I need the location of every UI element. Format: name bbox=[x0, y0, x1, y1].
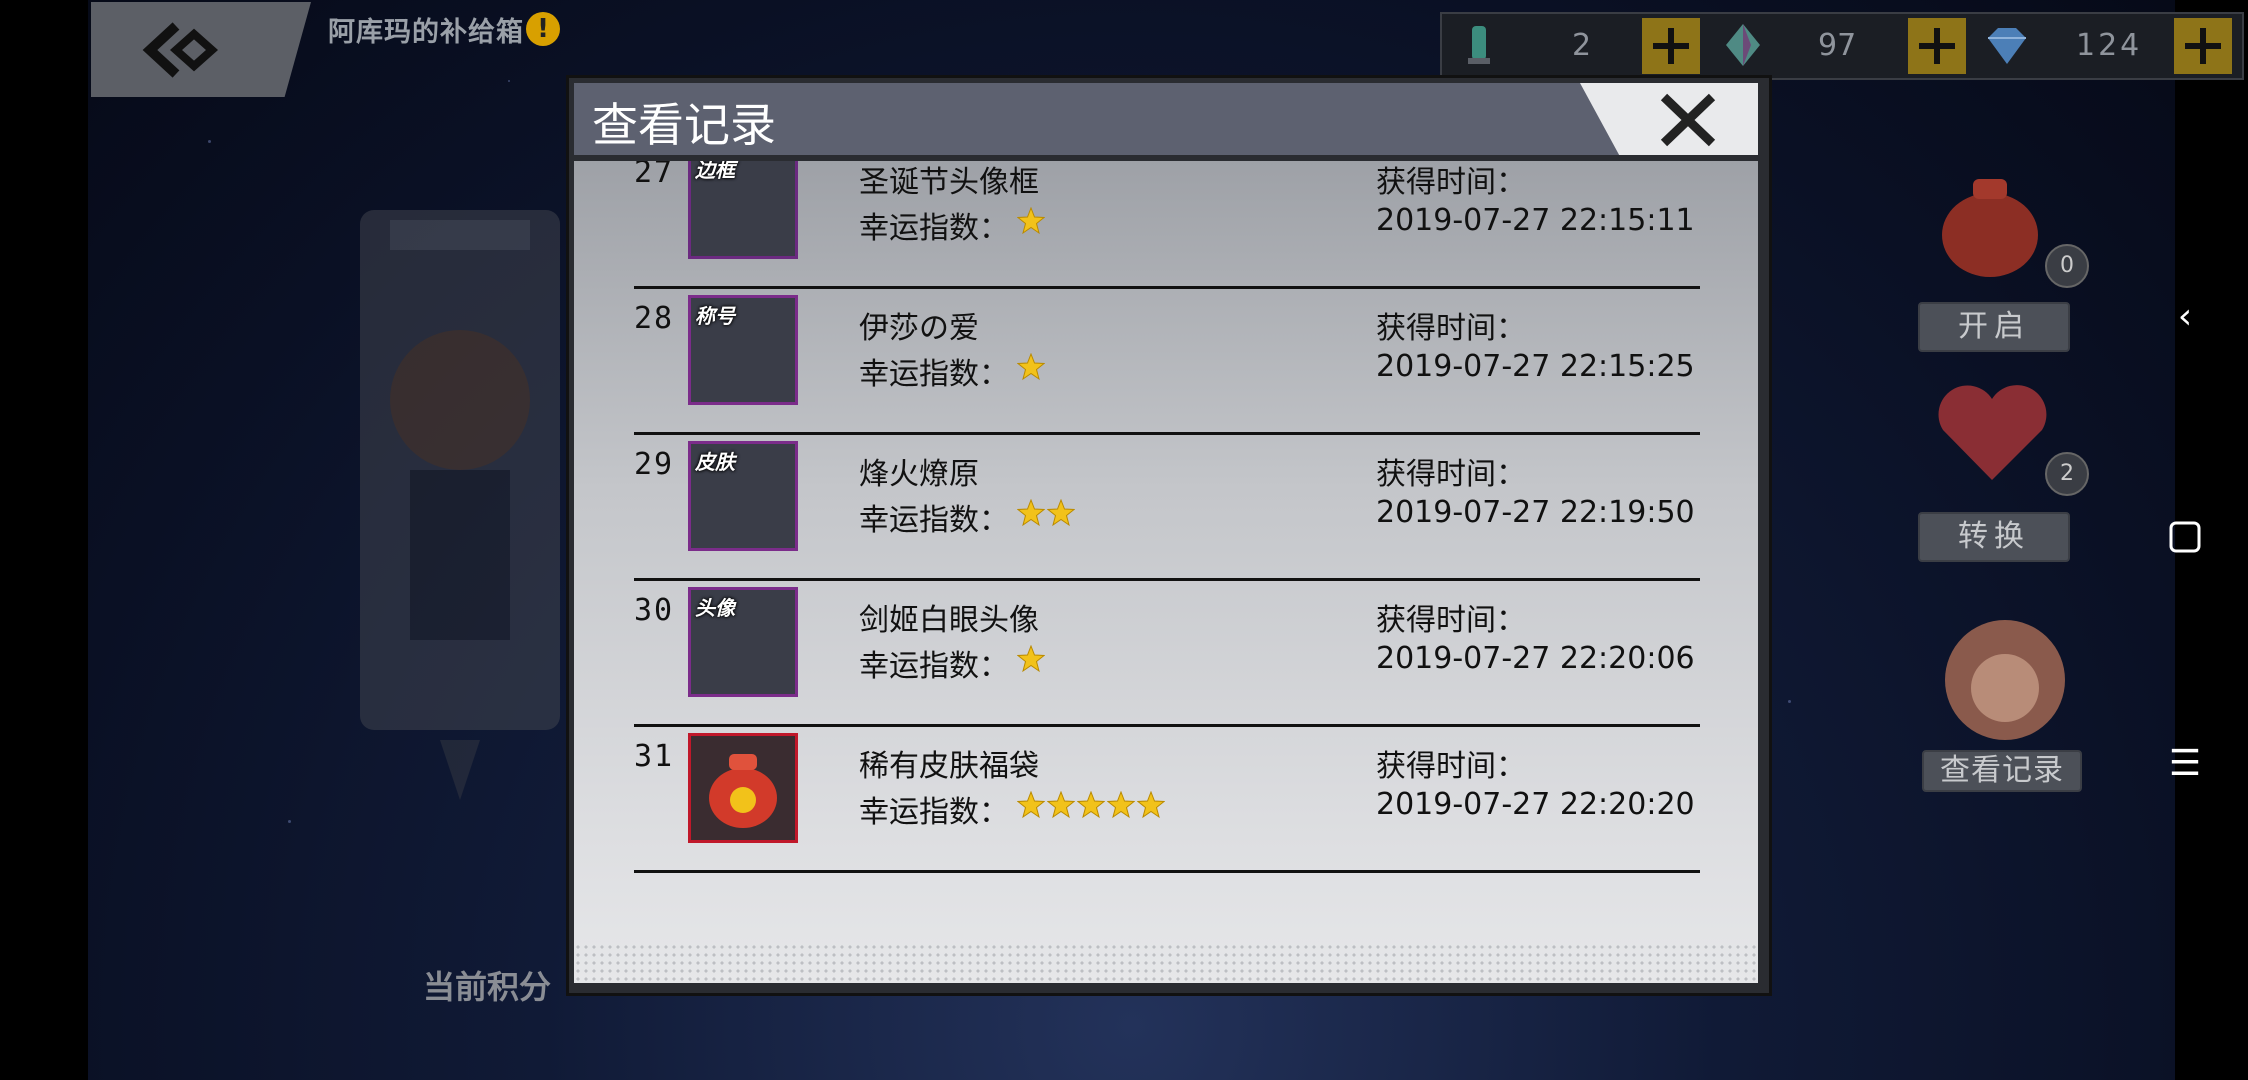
obtained-time-label: 获得时间： bbox=[1376, 749, 1526, 784]
record-number: 29 bbox=[634, 447, 675, 482]
records-character-icon bbox=[1945, 620, 2065, 740]
plus-icon bbox=[1919, 28, 1955, 64]
obtained-time: 2019-07-27 22:15:25 bbox=[1376, 349, 1695, 384]
obtained-time-label: 获得时间： bbox=[1376, 165, 1526, 200]
obtained-time: 2019-07-27 22:20:20 bbox=[1376, 787, 1695, 822]
item-name: 稀有皮肤福袋 bbox=[859, 749, 1039, 784]
luck-stars bbox=[1017, 791, 1165, 819]
lucky-bag-icon bbox=[1942, 179, 2038, 277]
obtained-time: 2019-07-27 22:15:11 bbox=[1376, 203, 1695, 238]
star-icon bbox=[1017, 791, 1045, 819]
item-thumbnail: 皮肤 bbox=[688, 441, 798, 551]
page-title: 阿库玛的补给箱 bbox=[328, 17, 524, 48]
item-thumbnail: 边框 bbox=[688, 161, 798, 259]
record-number: 28 bbox=[634, 301, 675, 336]
star-icon bbox=[1017, 207, 1045, 235]
luck-stars bbox=[1017, 207, 1045, 235]
flare-icon bbox=[1468, 26, 1490, 64]
add-crystal-button[interactable] bbox=[1908, 18, 1966, 74]
record-row: 29 皮肤 烽火燎原幸运指数： 获得时间： 2019-07-27 22:19:50 bbox=[634, 433, 1700, 581]
dialog-header: 查看记录 bbox=[574, 83, 1758, 155]
luck-label: 幸运指数： bbox=[859, 357, 1009, 392]
item-type-tag: 皮肤 bbox=[695, 450, 735, 474]
star-icon bbox=[1017, 353, 1045, 381]
item-name: 圣诞节头像框 bbox=[859, 165, 1039, 200]
item-thumbnail bbox=[688, 733, 798, 843]
records-dialog: 查看记录 31 稀有皮肤福袋 幸运指数： 获得时间： 2019-07-27 22:20:… bbox=[566, 75, 1772, 996]
crystal-count: 97 bbox=[1818, 28, 1857, 63]
close-button[interactable] bbox=[1580, 83, 1758, 155]
luck-label: 幸运指数： bbox=[859, 503, 1009, 538]
convert-count-badge: 2 bbox=[2045, 452, 2089, 496]
star-icon bbox=[1017, 645, 1045, 673]
star-icon bbox=[1077, 791, 1105, 819]
obtained-time: 2019-07-27 22:19:50 bbox=[1376, 495, 1695, 530]
star-icon bbox=[1107, 791, 1135, 819]
back-button[interactable] bbox=[91, 2, 311, 97]
record-row: 30 头像 剑姬白眼头像 幸运指数： 获得时间： 2019-07-27 22:20:06 bbox=[634, 579, 1700, 727]
record-row: 27 边框 圣诞节头像框 幸运指数： 获得时间： 2019-07-27 22:15:11 bbox=[634, 161, 1700, 289]
luck-label: 幸运指数： bbox=[859, 649, 1009, 684]
add-diamond-button[interactable] bbox=[2174, 18, 2232, 74]
obtained-time-label: 获得时间： bbox=[1376, 603, 1526, 638]
diamond-count: 124 bbox=[2076, 28, 2143, 63]
obtained-time-label: 获得时间： bbox=[1376, 457, 1526, 492]
item-thumbnail: 头像 bbox=[688, 587, 798, 697]
item-thumbnail: 称号 bbox=[688, 295, 798, 405]
heart-icon bbox=[1938, 385, 2047, 480]
record-row: 28 称号 伊莎の爱幸运指数： 获得时间： 2019-07-27 22:15:25 bbox=[634, 287, 1700, 435]
item-name: 伊莎の爱 bbox=[859, 311, 979, 346]
open-count-badge: 0 bbox=[2045, 244, 2089, 288]
diamond-icon bbox=[1988, 28, 2026, 64]
records-list[interactable]: 31 稀有皮肤福袋 幸运指数： 获得时间： 2019-07-27 22:20:20 30 头… bbox=[574, 161, 1758, 983]
view-records-button[interactable]: 查看记录 bbox=[1922, 750, 2082, 792]
exclamation-icon[interactable]: ! bbox=[526, 12, 560, 46]
star-icon bbox=[1047, 499, 1075, 527]
lucky-bag-icon bbox=[709, 754, 777, 828]
plus-icon bbox=[2185, 28, 2221, 64]
plus-icon bbox=[1653, 28, 1689, 64]
nav-back-icon[interactable]: ‹ bbox=[2165, 297, 2205, 337]
luck-stars bbox=[1017, 645, 1045, 673]
record-number: 30 bbox=[634, 593, 675, 628]
crystal-icon bbox=[1726, 24, 1760, 66]
nav-menu-icon[interactable]: ☰ bbox=[2165, 744, 2205, 784]
luck-label: 幸运指数： bbox=[859, 795, 1009, 830]
luck-stars bbox=[1017, 499, 1075, 527]
record-number: 31 bbox=[634, 739, 675, 774]
resource-bar: 2 97 124 bbox=[1440, 12, 2244, 80]
item-name: 剑姬白眼头像 bbox=[859, 603, 1039, 638]
obtained-time: 2019-07-27 22:20:06 bbox=[1376, 641, 1695, 676]
luck-label: 幸运指数： bbox=[859, 211, 1009, 246]
nav-home-icon[interactable] bbox=[2165, 520, 2205, 560]
star-icon bbox=[1017, 499, 1045, 527]
star-icon bbox=[1137, 791, 1165, 819]
dialog-footer-pattern bbox=[574, 943, 1758, 983]
dialog-title: 查看记录 bbox=[592, 98, 776, 152]
item-name: 烽火燎原 bbox=[859, 457, 979, 492]
open-button[interactable]: 开启 bbox=[1918, 302, 2070, 352]
record-row: 31 稀有皮肤福袋 幸运指数： 获得时间： 2019-07-27 22:20:20 bbox=[634, 725, 1700, 873]
convert-button[interactable]: 转换 bbox=[1918, 512, 2070, 562]
star-icon bbox=[1047, 791, 1075, 819]
record-number: 27 bbox=[634, 161, 675, 190]
close-icon bbox=[1660, 93, 1716, 147]
item-type-tag: 称号 bbox=[695, 304, 735, 328]
item-type-tag: 边框 bbox=[695, 161, 735, 182]
obtained-time-label: 获得时间： bbox=[1376, 311, 1526, 346]
score-label: 当前积分 bbox=[423, 968, 552, 1006]
back-icon bbox=[142, 21, 219, 78]
luck-stars bbox=[1017, 353, 1045, 381]
item-type-tag: 头像 bbox=[695, 596, 735, 620]
flare-count: 2 bbox=[1572, 28, 1592, 63]
add-flare-button[interactable] bbox=[1642, 18, 1700, 74]
locked-character-figure bbox=[360, 210, 560, 800]
